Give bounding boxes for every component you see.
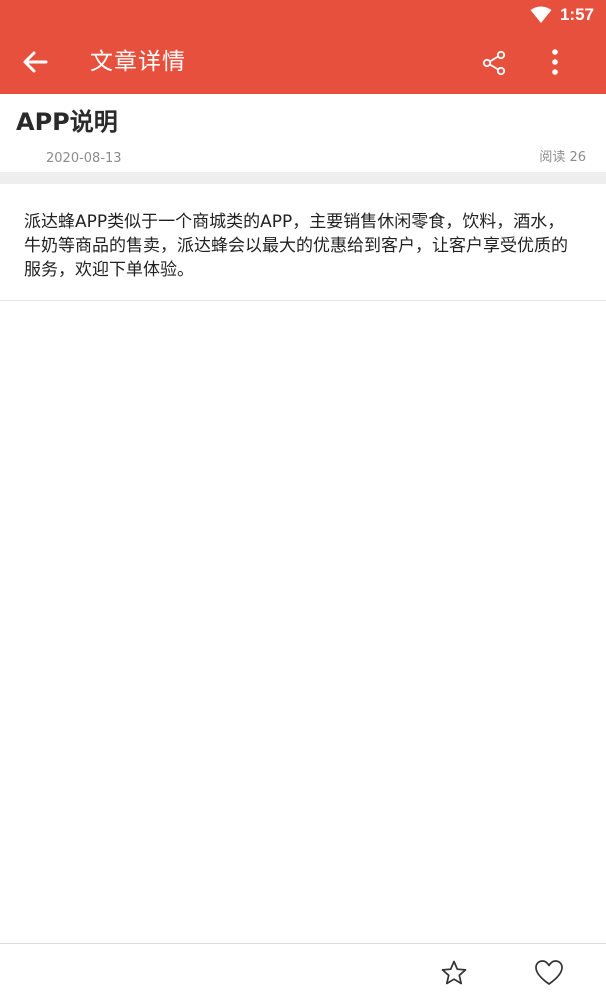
app-bar: 文章详情: [0, 30, 606, 94]
heart-icon[interactable]: [534, 959, 564, 987]
read-count: 阅读 26: [539, 150, 586, 165]
article-header: APP说明 2020-08-13 阅读 26: [0, 94, 606, 172]
article-body: 派达蜂APP类似于一个商城类的APP，主要销售休闲零食，饮料，酒水，牛奶等商品的…: [0, 184, 606, 301]
more-vertical-icon[interactable]: [541, 47, 569, 77]
share-icon[interactable]: [480, 49, 508, 77]
wifi-icon: [530, 6, 552, 23]
arrow-left-icon[interactable]: [20, 48, 50, 76]
article-date: 2020-08-13: [46, 151, 122, 166]
status-time: 1:57: [559, 5, 594, 24]
star-icon[interactable]: [440, 959, 468, 987]
page-title: 文章详情: [90, 49, 186, 75]
status-bar: 1:57: [0, 0, 606, 30]
article-title: APP说明: [16, 108, 118, 136]
section-divider: [0, 172, 606, 184]
article-content: 派达蜂APP类似于一个商城类的APP，主要销售休闲零食，饮料，酒水，牛奶等商品的…: [24, 212, 568, 280]
article-detail-screen: 1:57 文章详情 APP说明 2020-08-13 阅读 26 派达蜂APP类…: [0, 0, 606, 1000]
bottom-action-bar: [0, 943, 606, 1000]
